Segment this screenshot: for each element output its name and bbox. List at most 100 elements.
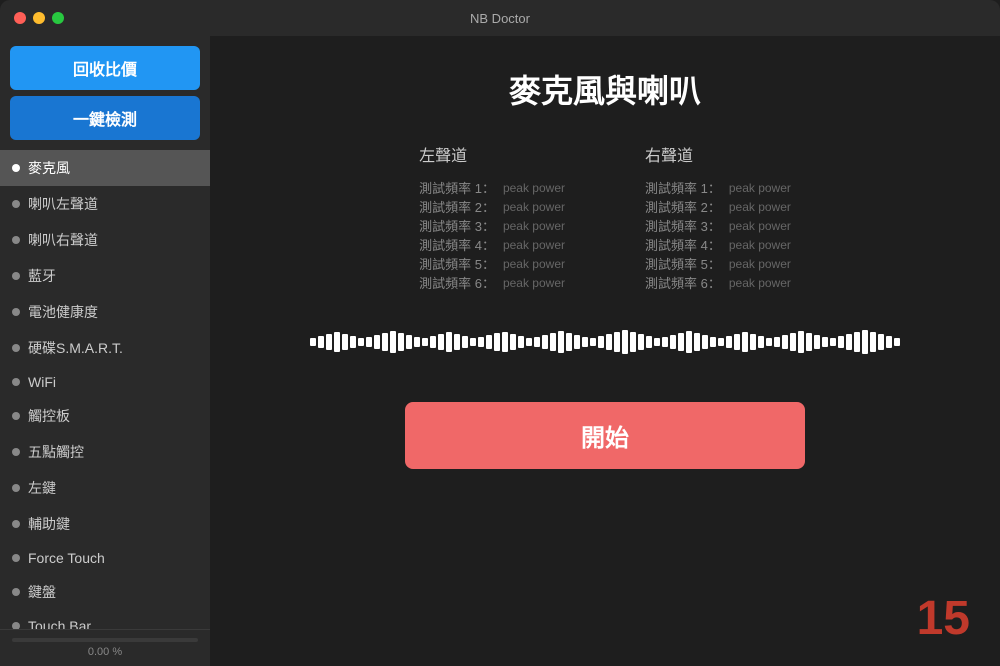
wave-bar-22 (486, 335, 492, 349)
close-button[interactable] (14, 12, 26, 24)
sidebar-item-3[interactable]: 藍牙 (0, 258, 210, 294)
sidebar-item-label-4: 電池健康度 (28, 302, 98, 322)
wave-bar-2 (326, 334, 332, 350)
wave-bar-23 (494, 333, 500, 351)
left-freq-row-5: 測試頻率 6： peak power (419, 273, 565, 292)
wave-bar-70 (870, 332, 876, 352)
wave-bar-11 (398, 333, 404, 351)
right-freq-row-2: 測試頻率 3： peak power (645, 216, 791, 235)
wave-bar-26 (518, 336, 524, 348)
main-layout: 回收比價 一鍵檢測 麥克風喇叭左聲道喇叭右聲道藍牙電池健康度硬碟S.M.A.R.… (0, 36, 1000, 666)
right-freq-row-0: 測試頻率 1：peak power (645, 178, 791, 197)
sidebar-item-4[interactable]: 電池健康度 (0, 294, 210, 330)
wave-bar-60 (790, 333, 796, 351)
wave-bar-21 (478, 337, 484, 347)
wave-bar-44 (662, 337, 668, 347)
progress-bar-container (12, 638, 198, 642)
start-button[interactable]: 開始 (405, 402, 805, 469)
right-freq-row-5: 測試頻率 6： peak power (645, 273, 791, 292)
wave-bar-66 (838, 336, 844, 348)
traffic-lights (14, 12, 64, 24)
progress-text: 0.00 % (12, 646, 198, 658)
right-freq-row-3: 測試頻率 4：peak power (645, 235, 791, 254)
wave-bar-27 (526, 338, 532, 346)
wave-bar-50 (710, 337, 716, 347)
sidebar-item-label-12: 鍵盤 (28, 582, 56, 602)
wave-bar-61 (798, 331, 804, 353)
left-channel-title: 左聲道 (419, 142, 565, 166)
sidebar-item-label-11: Force Touch (28, 550, 105, 566)
sidebar-item-label-9: 左鍵 (28, 478, 56, 498)
sidebar-item-8[interactable]: 五點觸控 (0, 434, 210, 470)
sidebar-dot-3 (12, 272, 20, 280)
wave-bar-63 (814, 335, 820, 349)
wave-bar-48 (694, 333, 700, 351)
left-freq-value-5: peak power (503, 276, 565, 290)
sidebar-top: 回收比價 一鍵檢測 (0, 36, 210, 150)
wave-bar-72 (886, 336, 892, 348)
wave-bar-6 (358, 338, 364, 346)
left-freq-row-1: 測試頻率 2：peak power (419, 197, 565, 216)
sidebar-item-9[interactable]: 左鍵 (0, 470, 210, 506)
right-freq-label-4: 測試頻率 5： (645, 254, 721, 273)
wave-bar-29 (542, 335, 548, 349)
wave-bar-12 (406, 335, 412, 349)
sidebar-dot-6 (12, 378, 20, 386)
sidebar-item-0[interactable]: 麥克風 (0, 150, 210, 186)
wave-bar-55 (750, 334, 756, 350)
scan-button[interactable]: 一鍵檢測 (10, 96, 200, 140)
minimize-button[interactable] (33, 12, 45, 24)
wave-bar-30 (550, 333, 556, 351)
right-freq-label-5: 測試頻率 6： (645, 273, 721, 292)
sidebar-footer: 0.00 % (0, 629, 210, 666)
wave-bar-16 (438, 334, 444, 350)
wave-bar-1 (318, 336, 324, 348)
sidebar-item-7[interactable]: 觸控板 (0, 398, 210, 434)
right-freq-label-1: 測試頻率 2： (645, 197, 721, 216)
maximize-button[interactable] (52, 12, 64, 24)
sidebar-dot-2 (12, 236, 20, 244)
right-freq-label-2: 測試頻率 3： (645, 216, 721, 235)
wave-bar-5 (350, 336, 356, 348)
sidebar-item-2[interactable]: 喇叭右聲道 (0, 222, 210, 258)
sidebar-dot-11 (12, 554, 20, 562)
wave-bar-71 (878, 334, 884, 350)
right-freq-row-1: 測試頻率 2：peak power (645, 197, 791, 216)
right-freq-value-5: peak power (729, 276, 791, 290)
recycle-button[interactable]: 回收比價 (10, 46, 200, 90)
wave-bar-43 (654, 338, 660, 346)
wave-bar-68 (854, 332, 860, 352)
wave-bar-56 (758, 336, 764, 348)
sidebar-dot-8 (12, 448, 20, 456)
page-title: 麥克風與喇叭 (509, 66, 701, 112)
sidebar-dot-0 (12, 164, 20, 172)
wave-bar-64 (822, 337, 828, 347)
sidebar-item-label-8: 五點觸控 (28, 442, 84, 462)
wave-bar-39 (622, 330, 628, 354)
sidebar: 回收比價 一鍵檢測 麥克風喇叭左聲道喇叭右聲道藍牙電池健康度硬碟S.M.A.R.… (0, 36, 210, 666)
sidebar-item-6[interactable]: WiFi (0, 366, 210, 398)
sidebar-item-13[interactable]: Touch Bar (0, 610, 210, 629)
wave-bar-54 (742, 332, 748, 352)
left-freq-row-0: 測試頻率 1：peak power (419, 178, 565, 197)
sidebar-dot-9 (12, 484, 20, 492)
sidebar-item-label-0: 麥克風 (28, 158, 70, 178)
right-channel-column: 右聲道 測試頻率 1：peak power測試頻率 2：peak power測試… (645, 142, 791, 292)
window-title: NB Doctor (470, 11, 530, 26)
wave-bar-19 (462, 336, 468, 348)
wave-bar-14 (422, 338, 428, 346)
wave-bar-57 (766, 338, 772, 346)
right-freq-value-2: peak power (729, 219, 791, 233)
wave-bar-28 (534, 337, 540, 347)
sidebar-item-5[interactable]: 硬碟S.M.A.R.T. (0, 330, 210, 366)
sidebar-item-11[interactable]: Force Touch (0, 542, 210, 574)
sidebar-item-12[interactable]: 鍵盤 (0, 574, 210, 610)
sidebar-item-10[interactable]: 輔助鍵 (0, 506, 210, 542)
wave-bar-52 (726, 336, 732, 348)
left-freq-label-5: 測試頻率 6： (419, 273, 495, 292)
wave-bar-31 (558, 331, 564, 353)
wave-bar-24 (502, 332, 508, 352)
wave-bar-15 (430, 336, 436, 348)
wave-bar-9 (382, 333, 388, 351)
sidebar-item-1[interactable]: 喇叭左聲道 (0, 186, 210, 222)
